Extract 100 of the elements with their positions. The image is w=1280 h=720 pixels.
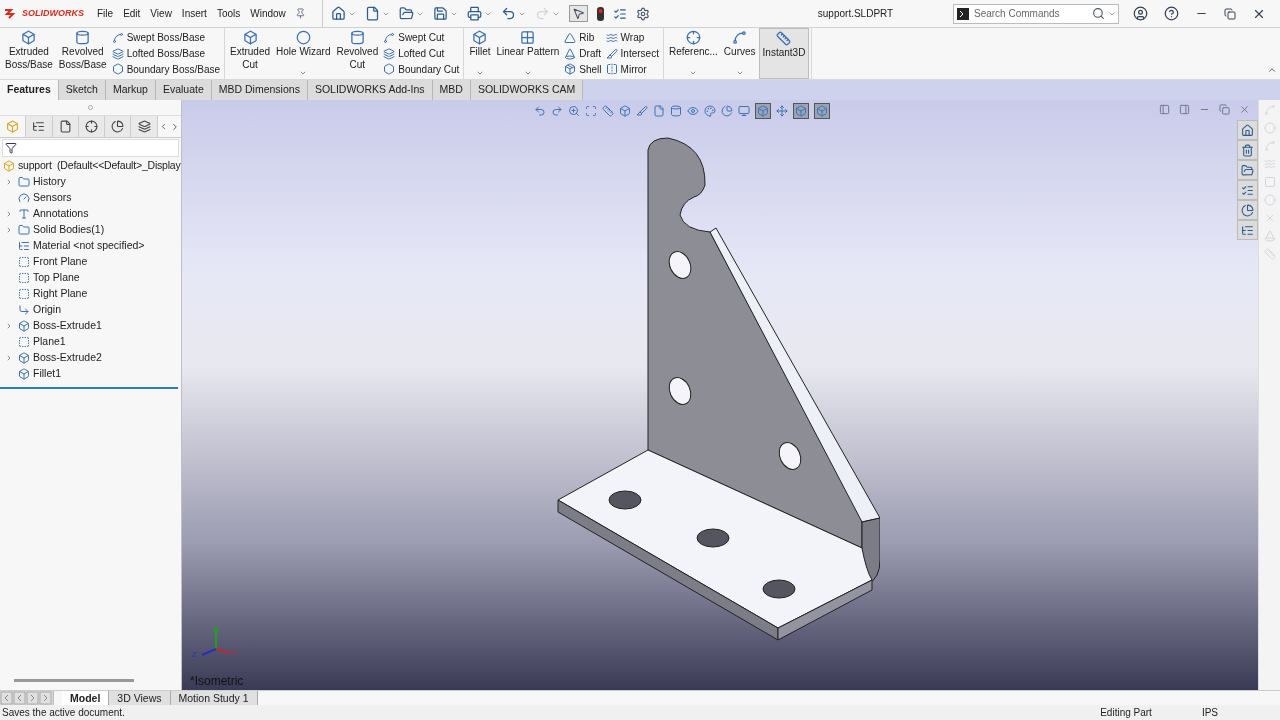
tree-item[interactable]: Plane1 xyxy=(33,334,66,350)
task-pane-tab[interactable] xyxy=(1237,140,1258,160)
bottom-tab[interactable]: Motion Study 1 xyxy=(170,691,258,705)
tree-item[interactable]: Front Plane xyxy=(33,254,88,270)
tab-navigation-icon[interactable] xyxy=(0,691,13,705)
command-tab[interactable]: Markup xyxy=(105,80,156,100)
ribbon-button[interactable]: Revolved Boss/Base xyxy=(55,28,110,79)
ribbon-button[interactable]: Extruded Cut xyxy=(227,28,274,79)
tree-item[interactable]: Material <not specified> xyxy=(33,238,145,254)
ribbon-button[interactable]: Shell xyxy=(564,61,602,77)
menu-item[interactable]: Edit xyxy=(118,6,146,21)
new-file-button[interactable] xyxy=(364,6,390,21)
command-tab[interactable]: Features xyxy=(0,80,59,100)
ribbon-button[interactable]: Lofted Boss/Base xyxy=(111,45,220,62)
ribbon-button[interactable]: Referenc... xyxy=(665,28,721,79)
view-button[interactable] xyxy=(534,105,546,117)
save-button[interactable] xyxy=(432,6,458,21)
view-button[interactable] xyxy=(568,105,580,117)
view-button[interactable] xyxy=(585,105,597,117)
tab-navigation-icon[interactable] xyxy=(13,691,26,705)
command-tab[interactable]: SOLIDWORKS Add-Ins xyxy=(307,80,433,100)
ribbon-button[interactable]: Swept Cut xyxy=(383,30,460,46)
ribbon-button[interactable]: Extruded Boss/Base xyxy=(2,28,56,79)
ribbon-button[interactable]: Curves xyxy=(720,28,759,79)
ribbon-button[interactable]: Boundary Cut xyxy=(383,61,460,77)
view-button[interactable] xyxy=(619,105,631,117)
bottom-tab[interactable]: Model xyxy=(62,691,110,705)
task-pane-tab[interactable] xyxy=(1237,160,1258,180)
command-tab[interactable]: MBD xyxy=(432,80,471,100)
sketch-tool-icon xyxy=(1263,248,1276,260)
home-button[interactable] xyxy=(330,6,356,21)
ribbon-button[interactable]: Hole Wizard xyxy=(273,28,334,79)
view-button[interactable] xyxy=(776,105,788,117)
layers-icon xyxy=(111,47,124,60)
view-button[interactable] xyxy=(793,103,809,119)
view-button[interactable] xyxy=(814,103,830,119)
collapse-icon xyxy=(1267,65,1277,75)
open-folder-icon xyxy=(398,6,414,21)
command-tab[interactable]: SOLIDWORKS CAM xyxy=(470,80,584,100)
panel-tab[interactable] xyxy=(52,116,79,137)
menu-item[interactable]: Tools xyxy=(211,6,246,21)
tree-item[interactable]: Fillet1 xyxy=(33,366,61,382)
undo-button[interactable] xyxy=(500,6,526,21)
tree-item[interactable]: Sensors xyxy=(33,190,72,206)
ribbon-button[interactable]: Boundary Boss/Base xyxy=(111,61,220,77)
panel-tab[interactable] xyxy=(105,116,132,137)
tab-navigation-icon[interactable] xyxy=(39,691,52,705)
view-button[interactable] xyxy=(704,105,716,117)
tree-item[interactable]: Top Plane xyxy=(33,270,80,286)
task-pane-tab[interactable] xyxy=(1237,120,1258,140)
ribbon-button[interactable]: Linear Pattern xyxy=(493,28,563,79)
tree-item[interactable]: Boss-Extrude2 xyxy=(33,350,102,366)
view-button[interactable] xyxy=(721,105,733,117)
view-button[interactable] xyxy=(687,105,699,117)
ribbon-button[interactable]: Intersect xyxy=(605,45,659,62)
select-button[interactable] xyxy=(568,5,588,22)
box-icon xyxy=(564,63,577,76)
tree-item[interactable]: Annotations xyxy=(33,206,89,222)
menu-item[interactable]: View xyxy=(145,6,177,21)
ribbon-button[interactable]: Lofted Cut xyxy=(383,45,460,62)
tab-navigation-icon[interactable] xyxy=(26,691,39,705)
view-button[interactable] xyxy=(602,105,614,117)
tree-item[interactable]: Solid Bodies(1) xyxy=(33,222,105,238)
menu-item[interactable]: Insert xyxy=(176,6,212,21)
ribbon-button[interactable]: Swept Boss/Base xyxy=(111,30,220,46)
crosshair-icon xyxy=(685,30,701,45)
ribbon-button[interactable]: Mirror xyxy=(605,61,659,77)
open-folder-button[interactable] xyxy=(398,6,424,21)
panel-tab[interactable] xyxy=(78,116,106,137)
task-pane-tab[interactable] xyxy=(1237,180,1258,200)
search-field[interactable]: Search Commands xyxy=(953,3,1119,24)
command-tab[interactable]: MBD Dimensions xyxy=(211,80,308,100)
ribbon-button[interactable]: Fillet xyxy=(466,28,494,79)
view-button[interactable] xyxy=(670,105,682,117)
ribbon-button[interactable]: Draft xyxy=(564,45,602,62)
horizontal-scrollbar[interactable] xyxy=(14,679,134,682)
task-pane-tab[interactable] xyxy=(1237,220,1258,240)
splitter-handle-icon[interactable] xyxy=(88,105,93,110)
ribbon-button[interactable]: Rib xyxy=(564,30,602,46)
tree-item[interactable]: Right Plane xyxy=(33,286,88,302)
view-button[interactable] xyxy=(738,105,750,117)
task-pane-tab[interactable] xyxy=(1237,200,1258,220)
tree-item[interactable]: Boss-Extrude1 xyxy=(33,318,102,334)
view-button[interactable] xyxy=(551,105,563,117)
menu-item[interactable]: File xyxy=(92,6,119,21)
command-tab[interactable]: Sketch xyxy=(58,80,106,100)
panel-tab[interactable] xyxy=(26,116,53,137)
bottom-tab[interactable]: 3D Views xyxy=(109,691,171,705)
tree-item[interactable]: History xyxy=(33,174,66,190)
ribbon-button[interactable]: Wrap xyxy=(605,30,659,46)
filter-field[interactable] xyxy=(2,139,179,157)
print-button[interactable] xyxy=(466,6,492,21)
menu-item[interactable]: Window xyxy=(245,6,291,21)
command-tab[interactable]: Evaluate xyxy=(155,80,212,100)
view-button[interactable] xyxy=(653,105,665,117)
ribbon-button[interactable]: Instant3D xyxy=(758,28,810,79)
panel-tab[interactable] xyxy=(131,116,158,137)
view-button[interactable] xyxy=(755,103,771,119)
tree-item[interactable]: Origin xyxy=(33,302,61,318)
ribbon-button[interactable]: Revolved Cut xyxy=(333,28,382,79)
